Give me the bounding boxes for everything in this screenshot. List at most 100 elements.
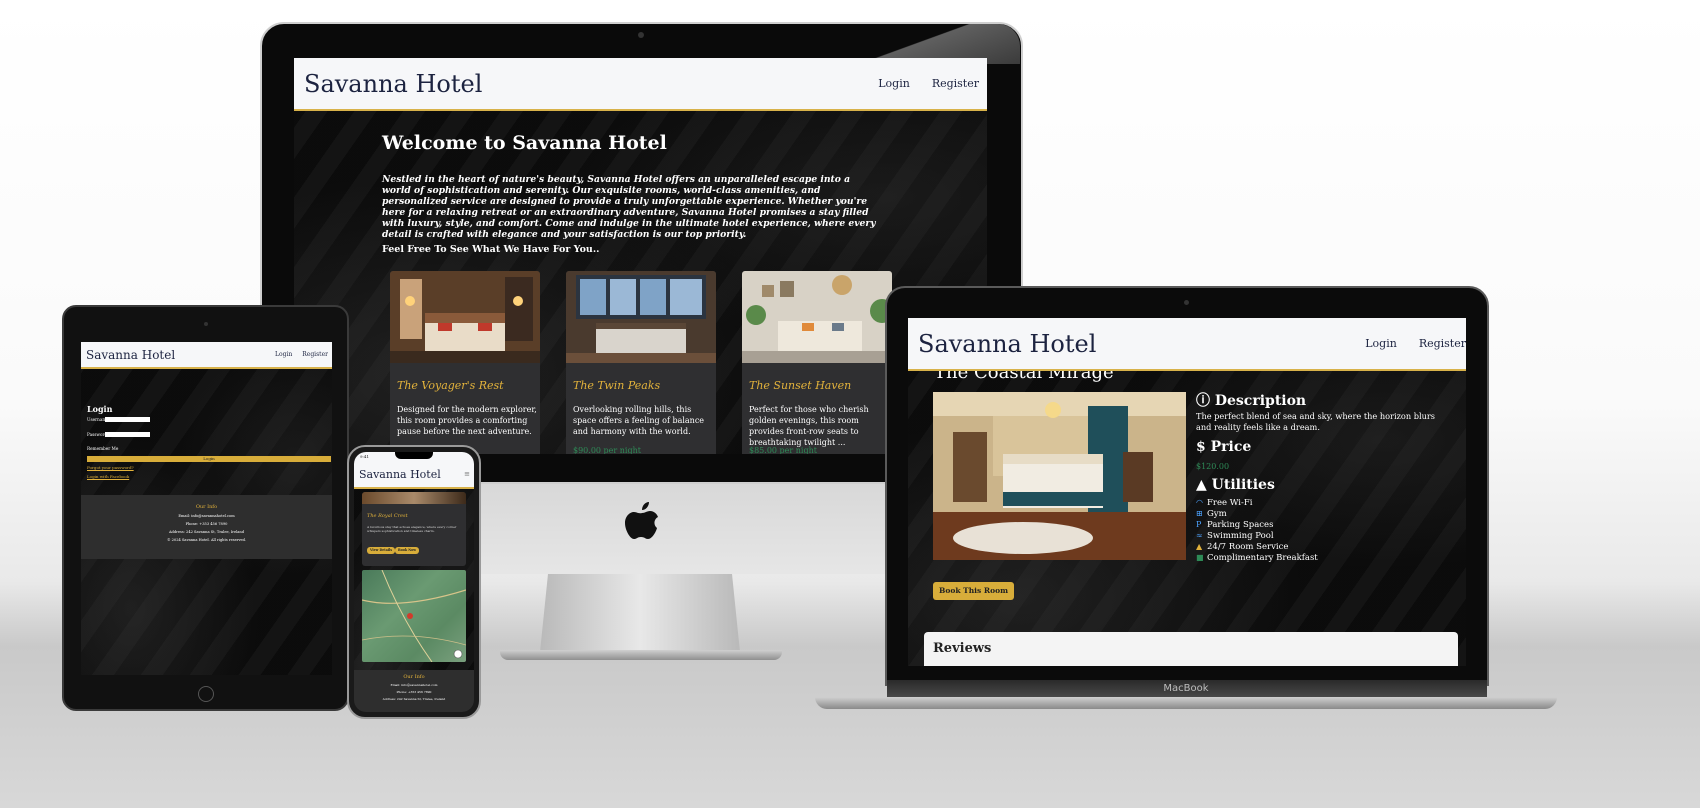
macbook-base <box>815 697 1557 709</box>
room-card[interactable]: The Twin Peaks Overlooking rolling hills… <box>566 271 716 454</box>
brand-logo[interactable]: Savanna Hotel <box>304 70 482 98</box>
footer-phone: Phone: +353 456 7890 <box>396 690 432 694</box>
book-room-button[interactable]: Book This Room <box>933 582 1015 600</box>
pool-icon: ≈ <box>1196 531 1203 540</box>
welcome-title: Welcome to Savanna Hotel <box>382 132 667 154</box>
room-photo <box>362 492 466 504</box>
utilities-heading: ▲ Utilities <box>1196 477 1275 493</box>
nav-login[interactable]: Login <box>275 351 292 358</box>
room-price: $85.00 per night <box>749 446 817 454</box>
utility-item: P Parking Spaces <box>1196 520 1274 530</box>
room-name: The Twin Peaks <box>573 379 661 392</box>
room-name: The Voyager's Rest <box>397 379 504 392</box>
bell-icon: ▲ <box>1196 477 1212 493</box>
login-title: Login <box>87 404 113 414</box>
ipad-camera <box>204 322 208 326</box>
macbook-screen: The Coastal Mirage Savanna Hotel Login R… <box>908 318 1466 666</box>
nav-links: Login Register <box>856 77 979 90</box>
navbar: Savanna Hotel Login Register <box>908 318 1466 371</box>
welcome-subtitle: Feel Free To See What We Have For You.. <box>382 244 600 255</box>
nav-links: Login Register <box>265 351 328 358</box>
nav-register[interactable]: Register <box>302 351 328 358</box>
ipad-home-button <box>198 686 214 702</box>
nav-login[interactable]: Login <box>1365 337 1397 350</box>
reviews-section: Reviews <box>924 632 1458 666</box>
footer-email: Email: info@savannahotel.com <box>390 683 438 687</box>
room-card[interactable]: The Royal Crest A luxurious stay that ec… <box>362 492 466 566</box>
room-photo <box>933 392 1186 560</box>
footer-email: Email: info@savannahotel.com <box>178 514 235 518</box>
remember-me-label[interactable]: Remember Me <box>87 446 118 451</box>
breakfast-icon: ■ <box>1196 553 1204 562</box>
map-roads <box>361 569 467 663</box>
room-description: Overlooking rolling hills, this space of… <box>573 405 705 436</box>
book-now-button[interactable]: Book Now <box>395 547 420 554</box>
location-map[interactable] <box>361 569 467 663</box>
navbar: Savanna Hotel ≡ <box>354 461 474 489</box>
footer: Our Info Email: info@savannahotel.com Ph… <box>354 670 474 712</box>
login-button[interactable]: Login <box>87 456 331 462</box>
hamburger-menu-icon[interactable]: ≡ <box>464 470 470 478</box>
forgot-password-link[interactable]: Forgot your password? <box>87 465 134 470</box>
room-name: The Sunset Haven <box>749 379 852 392</box>
utility-item: ■ Complimentary Breakfast <box>1196 553 1318 563</box>
navbar: Savanna Hotel Login Register <box>294 58 987 111</box>
nav-register[interactable]: Register <box>932 77 979 90</box>
nav-login[interactable]: Login <box>878 77 910 90</box>
nav-register[interactable]: Register <box>1419 337 1466 350</box>
room-price: $90.00 per night <box>573 446 641 454</box>
price-value: $120.00 <box>1196 462 1230 471</box>
macbook-label: MacBook <box>1163 683 1209 694</box>
iphone-screen: 9:41 Savanna Hotel ≡ The Royal Crest A l… <box>354 452 474 712</box>
footer-address: Address: 242 Savanna St, Tralee, Ireland <box>382 697 446 701</box>
room-service-icon: ▲ <box>1196 542 1203 551</box>
room-name: The Royal Crest <box>367 513 408 519</box>
room-card[interactable]: The Sunset Haven Perfect for those who c… <box>742 271 892 454</box>
imac-screen: Savanna Hotel Login Register Welcome to … <box>294 58 987 454</box>
room-description: Designed for the modern explorer, this r… <box>397 405 537 436</box>
imac-stand <box>540 574 740 652</box>
room-description: A luxurious stay that echoes elegance, w… <box>367 525 457 533</box>
info-icon: ⓘ <box>1196 393 1215 409</box>
footer-phone: Phone: +353 456 7890 <box>185 522 228 526</box>
price-heading: $ Price <box>1196 439 1252 455</box>
room-photo-art <box>933 392 1186 560</box>
room-photo <box>566 271 716 363</box>
password-input[interactable] <box>105 432 150 437</box>
facebook-login-link[interactable]: Login with Facebook <box>87 474 129 479</box>
apple-logo-icon <box>625 502 658 539</box>
view-details-button[interactable]: View Details <box>367 547 396 554</box>
wifi-icon: ◠ <box>1196 498 1203 507</box>
iphone-notch <box>395 452 433 459</box>
room-description: Perfect for those who cherish golden eve… <box>749 405 869 447</box>
imac-camera <box>638 32 644 38</box>
room-photo <box>390 271 540 363</box>
utility-item: ◠ Free Wi-Fi <box>1196 498 1253 508</box>
footer-title: Our Info <box>195 504 218 510</box>
dollar-icon: $ <box>1196 439 1211 455</box>
ipad-screen: Savanna Hotel Login Register Login Usern… <box>81 342 332 675</box>
utility-item: ≈ Swimming Pool <box>1196 531 1274 541</box>
welcome-text: Nestled in the heart of nature's beauty,… <box>382 174 876 240</box>
brand-logo[interactable]: Savanna Hotel <box>918 330 1096 358</box>
description-heading: ⓘ Description <box>1196 393 1307 409</box>
navbar: Savanna Hotel Login Register <box>81 342 332 369</box>
utility-item: ⊞ Gym <box>1196 509 1227 519</box>
imac-foot <box>500 650 782 660</box>
room-photo <box>742 271 892 363</box>
reviews-heading: Reviews <box>933 641 992 656</box>
footer-address: Address: 242 Savanna St, Tralee, Ireland <box>168 530 245 534</box>
footer-copyright: © 2024 Savanna Hotel. All rights reserve… <box>166 538 247 542</box>
footer: Our Info Email: info@savannahotel.com Ph… <box>81 495 332 559</box>
nav-links: Login Register <box>1343 337 1466 350</box>
brand-logo[interactable]: Savanna Hotel <box>86 348 175 362</box>
username-input[interactable] <box>105 417 150 422</box>
room-card[interactable]: The Voyager's Rest Designed for the mode… <box>390 271 540 454</box>
brand-logo[interactable]: Savanna Hotel <box>359 468 441 481</box>
parking-icon: P <box>1196 520 1202 529</box>
footer-title: Our Info <box>403 674 425 680</box>
status-time: 9:41 <box>360 454 369 459</box>
utility-item: ▲ 24/7 Room Service <box>1196 542 1289 552</box>
description-text: The perfect blend of sea and sky, where … <box>1196 411 1435 432</box>
gym-icon: ⊞ <box>1196 509 1203 518</box>
